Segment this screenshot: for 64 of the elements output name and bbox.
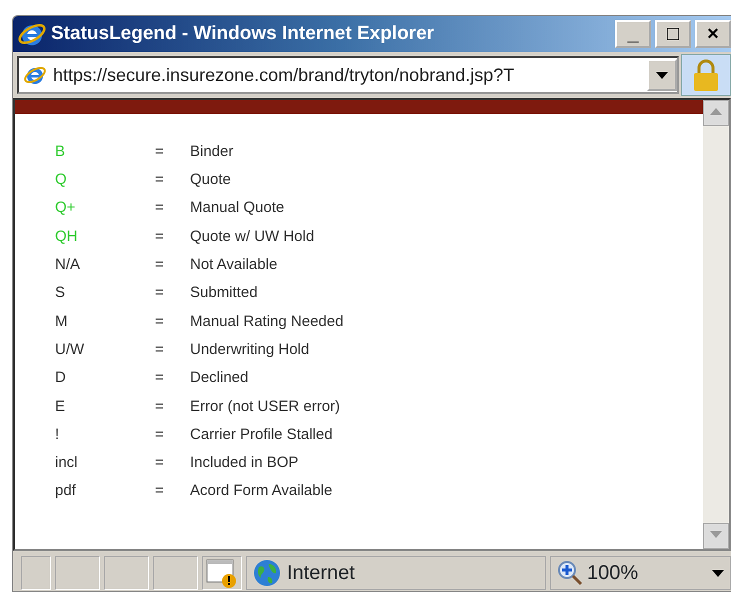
- status-code: N/A: [55, 255, 82, 276]
- status-pane: [153, 556, 198, 590]
- status-code: Q+: [55, 198, 76, 218]
- status-description: Quote w/ UW Hold: [190, 226, 314, 247]
- equals-sign: =: [155, 424, 165, 445]
- status-description: Carrier Profile Stalled: [190, 424, 333, 445]
- equals-sign: =: [155, 481, 165, 502]
- equals-sign: =: [155, 226, 165, 247]
- caret-icon: [656, 72, 668, 80]
- status-description: Binder: [190, 142, 234, 162]
- status-code: pdf: [55, 481, 77, 502]
- status-code: S: [55, 283, 66, 304]
- status-description: Error (not USER error): [190, 396, 340, 417]
- caret-icon[interactable]: [712, 570, 724, 578]
- status-description: Submitted: [190, 283, 258, 304]
- url-text: https://secure.insurezone.com/brand/tryton/nobrand.jsp?T: [53, 64, 516, 87]
- popup-blocked-icon: [202, 556, 242, 590]
- scroll-down-button[interactable]: [703, 523, 729, 549]
- status-code: B: [55, 142, 66, 162]
- status-description: Manual Rating Needed: [190, 312, 344, 332]
- status-description: Included in BOP: [190, 453, 298, 474]
- zoom-icon: [557, 560, 583, 586]
- equals-sign: =: [155, 283, 165, 304]
- equals-sign: =: [155, 453, 165, 474]
- status-description: Manual Quote: [190, 198, 284, 218]
- status-description: Declined: [190, 368, 248, 388]
- status-code: D: [55, 368, 67, 388]
- equals-sign: =: [155, 198, 165, 218]
- scroll-up-button[interactable]: [703, 100, 729, 126]
- status-code: incl: [55, 453, 79, 474]
- status-description: Underwriting Hold: [190, 340, 310, 360]
- zoom-level: 100%: [587, 561, 638, 586]
- status-code: !: [55, 424, 60, 445]
- zoom-control[interactable]: 100%: [550, 556, 731, 590]
- down-arrow-icon: [710, 531, 722, 540]
- minimize-button[interactable]: _: [615, 20, 651, 48]
- address-field[interactable]: https://secure.insurezone.com/brand/tryton/nobrand.jsp?T: [17, 56, 679, 94]
- equals-sign: =: [155, 368, 165, 388]
- window-title: StatusLegend - Windows Internet Explorer: [51, 22, 436, 46]
- status-description: Acord Form Available: [190, 481, 332, 502]
- equals-sign: =: [155, 396, 165, 417]
- status-pane: [104, 556, 149, 590]
- scrollbar[interactable]: [703, 100, 729, 549]
- zone-label: Internet: [287, 561, 355, 586]
- status-pane: [55, 556, 100, 590]
- status-code: M: [55, 312, 68, 332]
- equals-sign: =: [155, 340, 165, 360]
- status-code: U/W: [55, 340, 86, 360]
- maximize-button[interactable]: □: [655, 20, 691, 48]
- equals-sign: =: [155, 142, 165, 162]
- equals-sign: =: [155, 255, 165, 276]
- dropdown-button[interactable]: [647, 59, 677, 91]
- status-pane: [21, 556, 51, 590]
- status-code: E: [55, 396, 66, 417]
- close-button[interactable]: ×: [695, 20, 731, 48]
- status-description: Not Available: [190, 255, 278, 276]
- globe-icon: [253, 559, 281, 587]
- up-arrow-icon: [710, 108, 722, 116]
- equals-sign: =: [155, 170, 165, 190]
- padlock-icon: [691, 58, 721, 92]
- status-code: Q: [55, 170, 68, 190]
- status-code: QH: [55, 226, 78, 247]
- status-description: Quote: [190, 170, 231, 190]
- equals-sign: =: [155, 312, 165, 332]
